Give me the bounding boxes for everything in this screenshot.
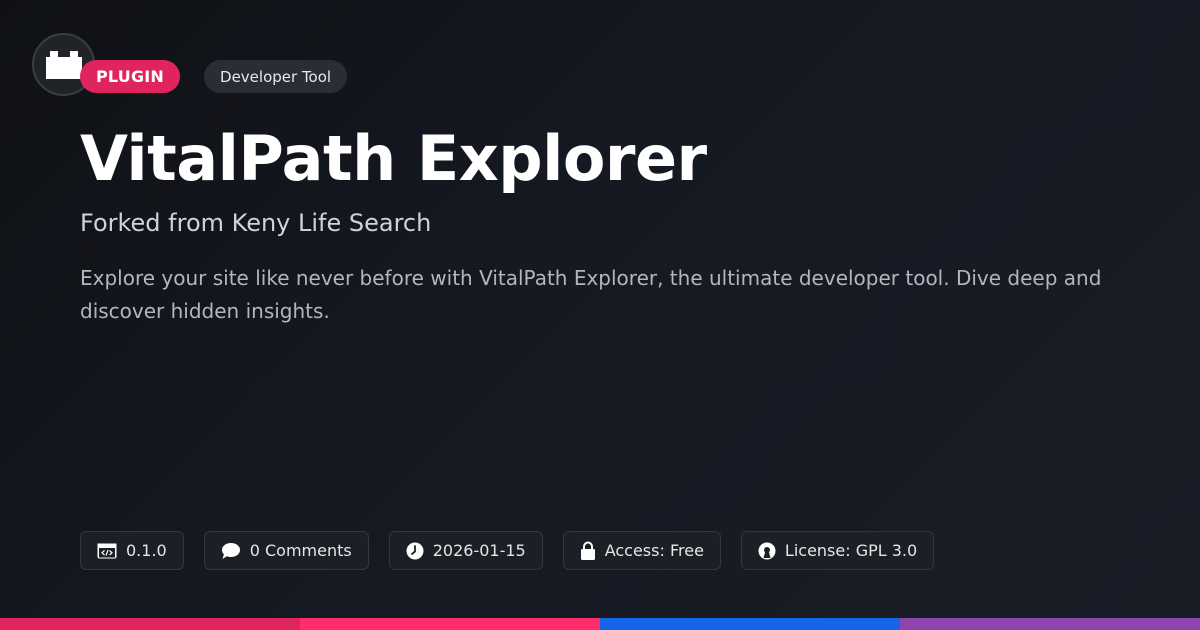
bottom-bar-segment: [0, 618, 300, 630]
bottom-bar-segment: [600, 618, 900, 630]
badge-row: PLUGIN Developer Tool: [80, 60, 348, 93]
bottom-color-bar: [0, 618, 1200, 630]
license-label: License: GPL 3.0: [784, 541, 918, 560]
comment-bubble-icon: [221, 542, 240, 559]
meta-row: 0.1.0 0 Comments 2026-01-15 Access: Free…: [80, 531, 935, 570]
access-label: Access: Free: [604, 541, 704, 560]
bottom-bar-segment: [900, 618, 1200, 630]
date-label: 2026-01-15: [432, 541, 526, 560]
page-subtitle: Forked from Keny Life Search: [80, 209, 432, 237]
access-chip: Access: Free: [562, 531, 721, 570]
page-description: Explore your site like never before with…: [80, 266, 1102, 323]
open-source-icon: [758, 542, 776, 559]
date-chip: 2026-01-15: [388, 531, 543, 570]
bottom-bar-segment: [300, 618, 600, 630]
license-chip: License: GPL 3.0: [740, 531, 935, 570]
version-chip: 0.1.0: [80, 531, 184, 570]
page-title: VitalPath Explorer: [80, 122, 707, 195]
lock-icon: [580, 541, 595, 560]
clock-icon: [406, 542, 424, 559]
code-window-icon: [97, 543, 117, 558]
comments-chip[interactable]: 0 Comments: [203, 531, 369, 570]
plugin-block-icon: [45, 50, 82, 79]
comments-label: 0 Comments: [249, 541, 352, 560]
version-label: 0.1.0: [126, 541, 167, 560]
category-badge[interactable]: Developer Tool: [204, 60, 348, 93]
type-badge[interactable]: PLUGIN: [80, 60, 181, 93]
